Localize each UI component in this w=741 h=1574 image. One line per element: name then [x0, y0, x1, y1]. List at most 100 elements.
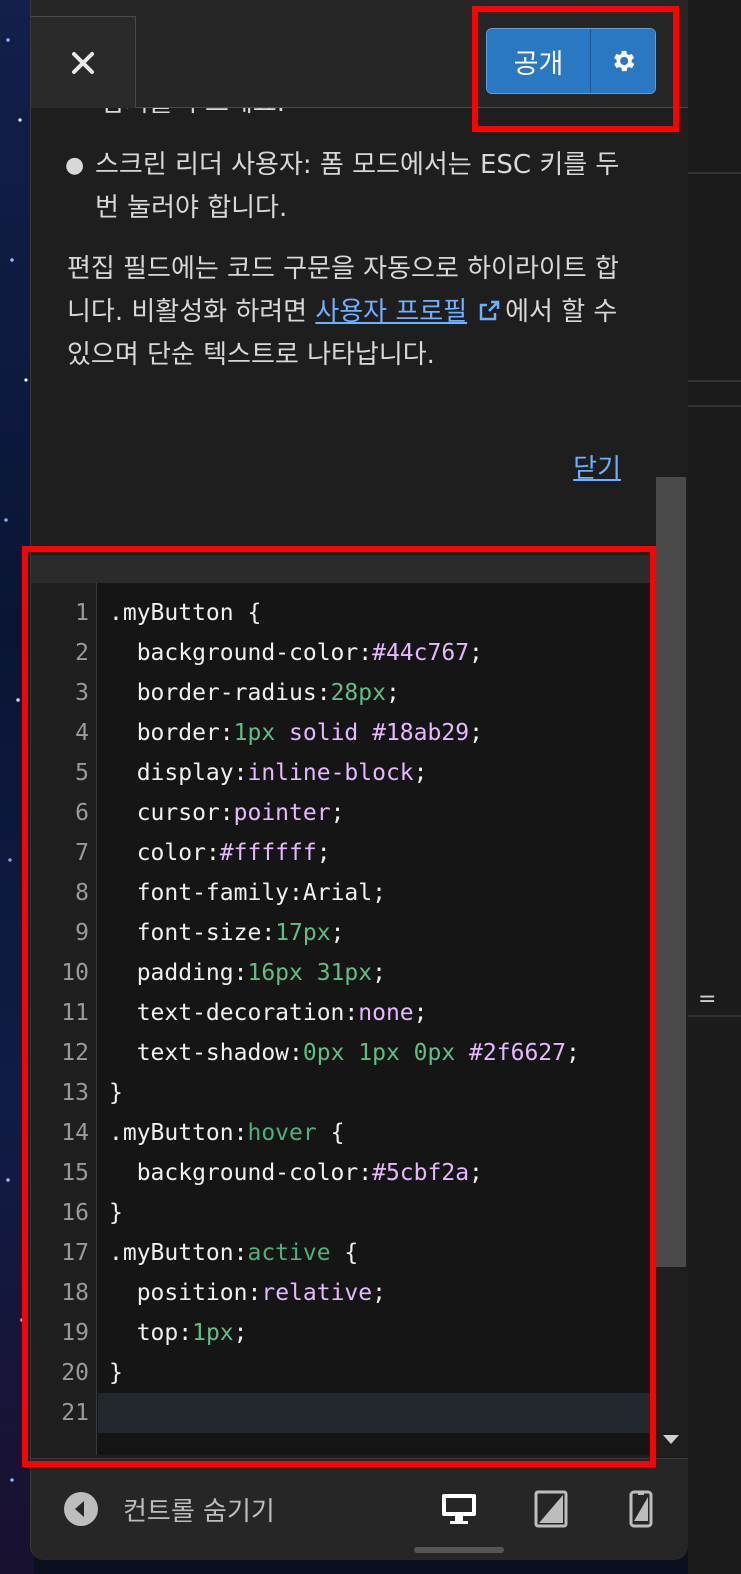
code-token: :: [233, 1120, 248, 1146]
code-token: font-family: [109, 880, 290, 906]
code-token: .myButton: [109, 1240, 234, 1266]
scrollbar-thumb[interactable]: [656, 477, 686, 1267]
code-line[interactable]: 16}: [31, 1193, 656, 1233]
code-token: display: [109, 760, 234, 786]
code-text: background-color:#5cbf2a;: [109, 1153, 483, 1193]
code-line[interactable]: 10 padding:16px 31px;: [31, 953, 656, 993]
line-number: 20: [61, 1360, 89, 1386]
scroll-down-icon[interactable]: [663, 1435, 679, 1444]
code-text: text-shadow:0px 1px 0px #2f6627;: [109, 1033, 580, 1073]
code-line[interactable]: 15 background-color:#5cbf2a;: [31, 1153, 656, 1193]
code-token: border-radius: [109, 680, 317, 706]
code-line[interactable]: 13}: [31, 1073, 656, 1113]
bullet-text: 스크린 리더 사용자: 폼 모드에서는 ESC 키를 두 번 눌러야 합니다.: [95, 150, 620, 223]
close-button[interactable]: [31, 16, 136, 108]
code-token: {: [233, 600, 262, 626]
user-profile-link[interactable]: 사용자 프로필: [315, 297, 467, 327]
code-token: :: [219, 720, 234, 746]
line-number: 9: [75, 920, 89, 946]
code-editor-panel: 공개 납거를 누르세요. ● 스크린 리더 사용자: 폼 모드에서는 ESC 키…: [30, 0, 688, 1560]
code-line[interactable]: 5 display:inline-block;: [31, 753, 656, 793]
code-text: .myButton:active {: [109, 1233, 358, 1273]
code-token: }: [109, 1360, 123, 1386]
code-line[interactable]: 17 .myButton:active {: [31, 1233, 656, 1273]
code-line[interactable]: 8 font-family:Arial;: [31, 873, 656, 913]
line-number: 12: [61, 1040, 89, 1066]
line-number: 21: [61, 1400, 89, 1426]
code-token: ;: [233, 1320, 248, 1346]
code-token: 0px 1px 0px: [302, 1040, 456, 1066]
code-token: cursor: [109, 800, 220, 826]
external-link-icon: [479, 300, 500, 321]
line-number: 5: [75, 760, 89, 786]
code-text: border:1px solid #18ab29;: [109, 713, 483, 753]
code-line[interactable]: 9 font-size:17px;: [31, 913, 656, 953]
code-token: background-color: [109, 640, 359, 666]
desktop-view-button[interactable]: [439, 1489, 479, 1529]
code-token: text-decoration: [109, 1000, 345, 1026]
hide-controls-button[interactable]: 컨트롤 숨기기: [63, 1489, 275, 1529]
code-token: active: [247, 1240, 331, 1266]
code-token: solid #18ab29: [275, 720, 470, 746]
code-text: border-radius:28px;: [109, 673, 400, 713]
code-line[interactable]: 11 text-decoration:none;: [31, 993, 656, 1033]
code-token: ;: [330, 800, 345, 826]
code-line[interactable]: 19 top:1px;: [31, 1313, 656, 1353]
code-token: :: [358, 1160, 373, 1186]
code-token: 28px: [330, 680, 386, 706]
line-number: 13: [61, 1080, 89, 1106]
code-token: {: [330, 1240, 359, 1266]
code-token: relative: [261, 1280, 373, 1306]
code-text: }: [109, 1193, 123, 1233]
code-line[interactable]: 14 .myButton:hover {: [31, 1113, 656, 1153]
code-token: .myButton: [109, 1120, 234, 1146]
code-token: 16px 31px: [247, 960, 373, 986]
code-token: ;: [372, 960, 386, 986]
code-line[interactable]: 20}: [31, 1353, 656, 1393]
code-line[interactable]: 2 background-color:#44c767;: [31, 633, 656, 673]
code-line[interactable]: 6 cursor:pointer;: [31, 793, 656, 833]
line-number: 4: [75, 720, 89, 746]
code-token: ;: [469, 720, 483, 746]
code-token: background-color: [109, 1160, 359, 1186]
code-token: color: [109, 840, 206, 866]
code-editor[interactable]: 1 .myButton {2 background-color:#44c767; 3…: [31, 555, 656, 1455]
settings-button[interactable]: [591, 29, 655, 93]
tablet-view-button[interactable]: [531, 1489, 571, 1529]
help-bullet-item: ● 스크린 리더 사용자: 폼 모드에서는 ESC 키를 두 번 눌러야 합니다…: [65, 144, 645, 230]
code-line[interactable]: 21: [31, 1393, 656, 1433]
mobile-view-button[interactable]: [621, 1489, 661, 1529]
drag-handle-icon[interactable]: =: [698, 989, 720, 1011]
code-line[interactable]: 3 border-radius:28px;: [31, 673, 656, 713]
code-token: none: [358, 1000, 414, 1026]
line-number: 6: [75, 800, 89, 826]
publish-button[interactable]: 공개: [487, 29, 591, 93]
code-token: ;: [316, 840, 331, 866]
help-section: 납거를 누르세요. ● 스크린 리더 사용자: 폼 모드에서는 ESC 키를 두…: [31, 108, 656, 548]
code-token: pointer: [233, 800, 331, 826]
code-token: ;: [372, 880, 386, 906]
code-line[interactable]: 18 position:relative;: [31, 1273, 656, 1313]
code-line[interactable]: 7 color:#ffffff;: [31, 833, 656, 873]
code-token: 17px: [275, 920, 331, 946]
bottom-controls-bar: 컨트롤 숨기기: [31, 1458, 688, 1560]
code-text: display:inline-block;: [109, 753, 428, 793]
close-help-link[interactable]: 닫기: [573, 448, 621, 485]
code-token: hover: [247, 1120, 317, 1146]
code-line[interactable]: 4 border:1px solid #18ab29;: [31, 713, 656, 753]
code-token: :: [358, 640, 373, 666]
resize-handle[interactable]: [414, 1547, 504, 1553]
code-token: ;: [413, 760, 428, 786]
code-token: #2f6627: [455, 1040, 566, 1066]
code-text: color:#ffffff;: [109, 833, 331, 873]
code-token: :: [219, 800, 234, 826]
code-text: }: [109, 1073, 123, 1113]
code-token: border: [109, 720, 220, 746]
code-line[interactable]: 12 text-shadow:0px 1px 0px #2f6627;: [31, 1033, 656, 1073]
code-line[interactable]: 1 .myButton {: [31, 593, 656, 633]
code-token: padding: [109, 960, 234, 986]
code-token: ;: [469, 1160, 483, 1186]
line-number: 15: [61, 1160, 89, 1186]
code-token: :: [316, 680, 331, 706]
code-token: #44c767: [372, 640, 470, 666]
